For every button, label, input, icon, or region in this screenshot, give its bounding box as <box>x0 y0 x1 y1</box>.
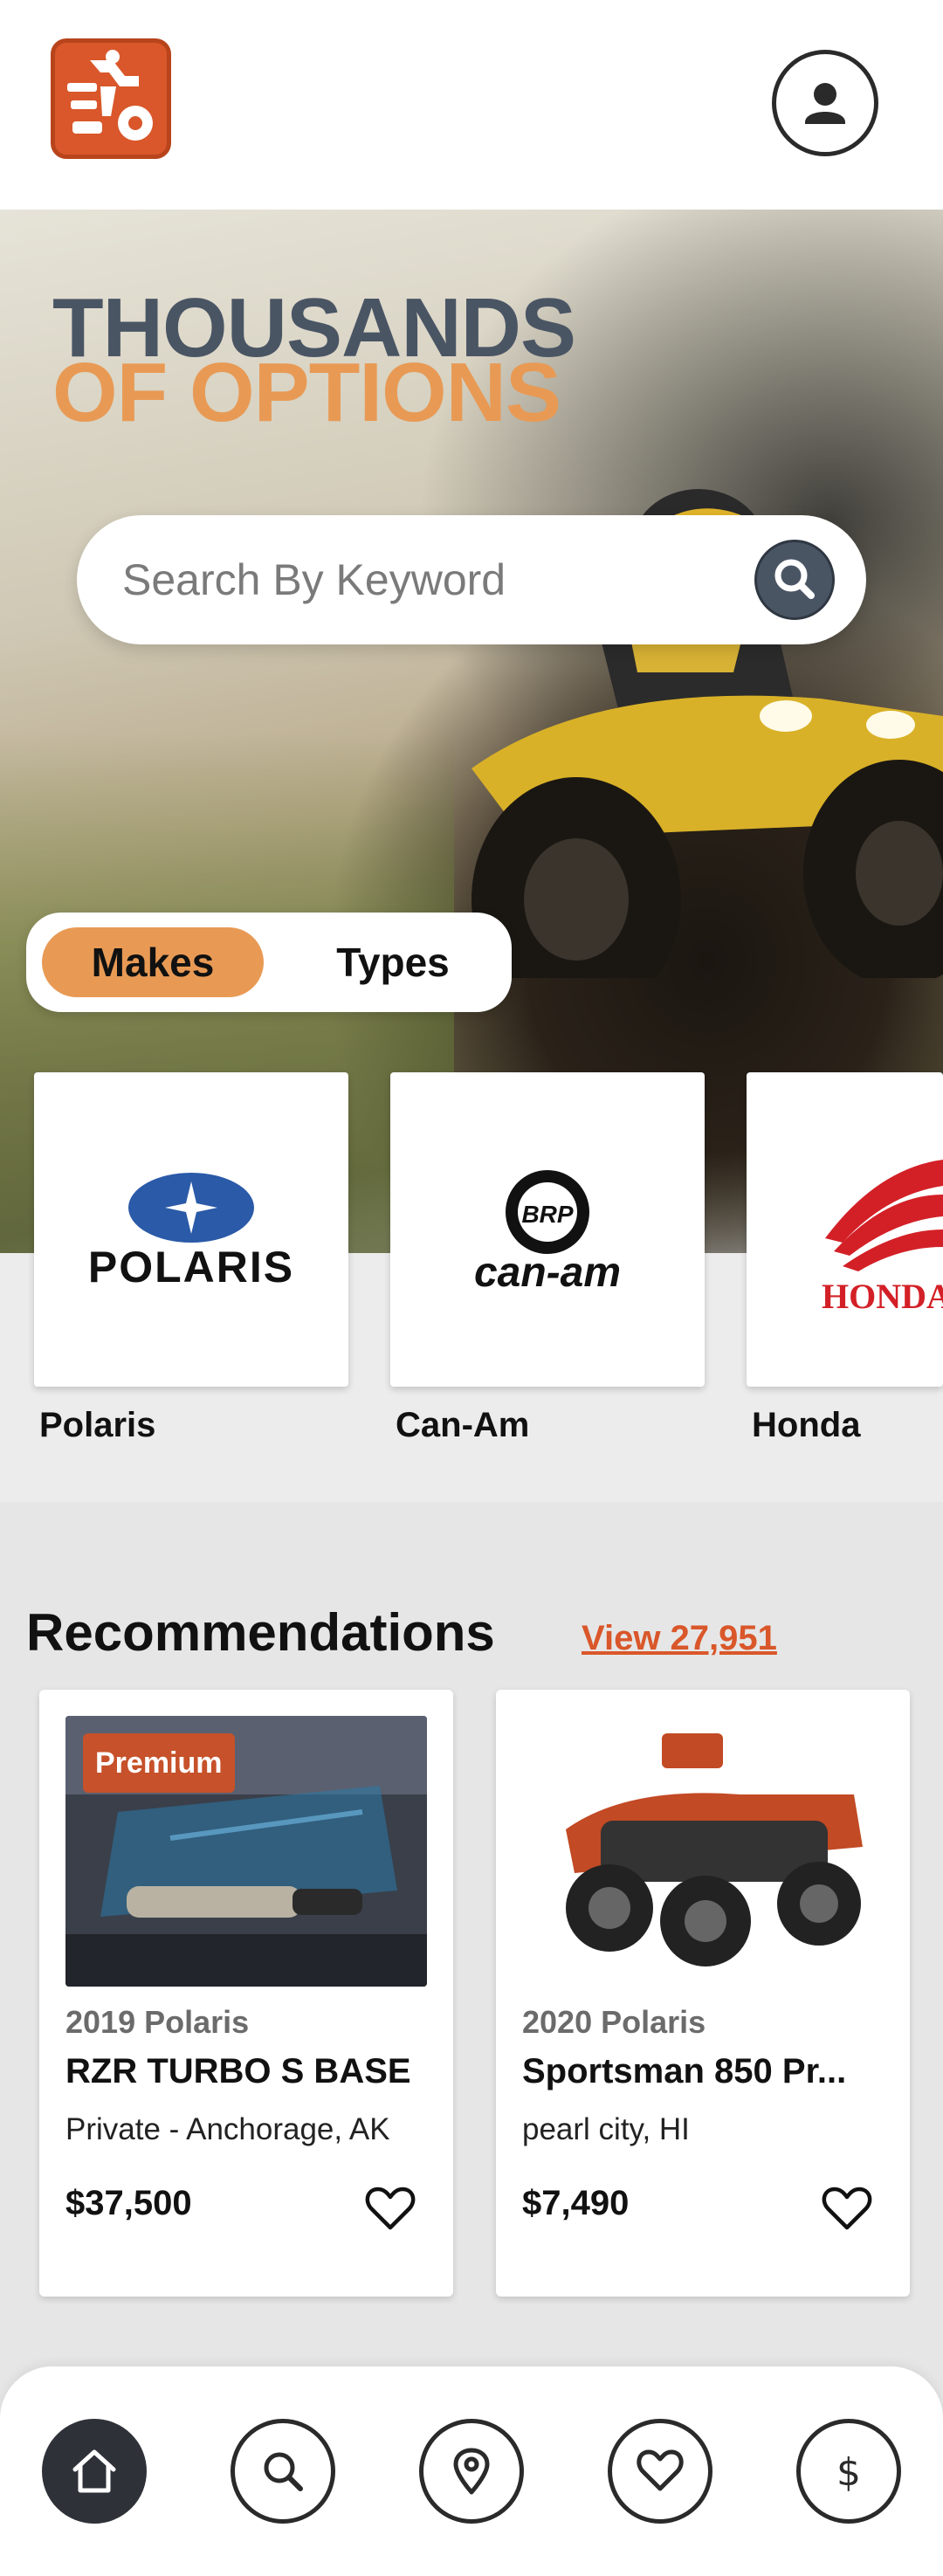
listing-card[interactable]: 2020 Polaris Sportsman 850 Pr... pearl c… <box>496 1690 910 2297</box>
brand-label-polaris[interactable]: Polaris <box>39 1406 155 1445</box>
listing-price: $7,490 <box>522 2184 630 2222</box>
heart-icon <box>365 2187 416 2230</box>
view-all-link[interactable]: View 27,951 <box>582 1619 777 1658</box>
browse-mode-toggle: Makes Types <box>26 913 512 1012</box>
listing-location: Private - Anchorage, AK <box>65 2112 390 2146</box>
hero-title-line2: OF OPTIONS <box>52 346 561 439</box>
listing-photo: Premium <box>65 1716 427 1987</box>
home-icon <box>72 2449 116 2493</box>
favorite-button[interactable] <box>821 2184 873 2233</box>
nav-search-button[interactable] <box>231 2419 335 2524</box>
atv-rider-logo-icon[interactable] <box>51 38 171 159</box>
listing-card[interactable]: Premium 2019 Polaris RZR TURBO S BASE Pr… <box>39 1690 453 2297</box>
search-icon <box>264 2452 303 2491</box>
svg-text:POLARIS: POLARIS <box>88 1243 294 1291</box>
listing-price: $37,500 <box>65 2184 192 2222</box>
search-icon <box>774 559 815 599</box>
account-button[interactable] <box>772 50 878 156</box>
favorite-button[interactable] <box>364 2184 416 2233</box>
location-pin-icon <box>453 2448 490 2495</box>
brand-label-can-am[interactable]: Can-Am <box>396 1406 529 1445</box>
listing-location: pearl city, HI <box>522 2112 690 2146</box>
brand-card-polaris[interactable]: POLARIS <box>34 1072 348 1387</box>
types-tab[interactable]: Types <box>288 927 498 997</box>
brand-card-can-am[interactable]: BRP can-am <box>390 1072 705 1387</box>
listing-model[interactable]: RZR TURBO S BASE <box>65 2052 432 2091</box>
svg-text:BRP: BRP <box>521 1201 573 1228</box>
svg-text:$: $ <box>836 2450 861 2495</box>
svg-text:HONDA: HONDA <box>822 1277 943 1316</box>
makes-tab[interactable]: Makes <box>42 927 264 997</box>
listing-year-make: 2020 Polaris <box>522 2004 706 2040</box>
dollar-icon: $ <box>836 2450 861 2495</box>
premium-badge: Premium <box>83 1733 235 1793</box>
can-am-logo-icon: BRP can-am <box>474 1170 621 1296</box>
listing-year-make: 2019 Polaris <box>65 2004 250 2040</box>
recommendations-title: Recommendations <box>26 1603 495 1662</box>
heart-icon <box>637 2449 684 2491</box>
nav-favorites-button[interactable] <box>608 2419 712 2524</box>
keyword-search-bar: Search By Keyword <box>77 515 866 644</box>
search-button[interactable] <box>754 540 835 620</box>
app-header <box>0 0 943 210</box>
listing-photo <box>522 1716 884 1987</box>
brand-label-honda[interactable]: Honda <box>752 1406 860 1445</box>
user-icon <box>805 83 845 124</box>
heart-icon <box>822 2187 872 2230</box>
listing-model[interactable]: Sportsman 850 Pr... <box>522 2052 889 2091</box>
brand-card-honda[interactable]: HONDA <box>747 1072 943 1387</box>
polaris-logo-icon: POLARIS <box>88 1173 294 1291</box>
nav-location-button[interactable] <box>419 2419 524 2524</box>
svg-text:can-am: can-am <box>474 1250 621 1296</box>
nav-sell-button[interactable]: $ <box>796 2419 901 2524</box>
search-input[interactable]: Search By Keyword <box>122 515 506 644</box>
honda-logo-icon: HONDA <box>822 1160 943 1316</box>
nav-home-button[interactable] <box>42 2419 147 2524</box>
